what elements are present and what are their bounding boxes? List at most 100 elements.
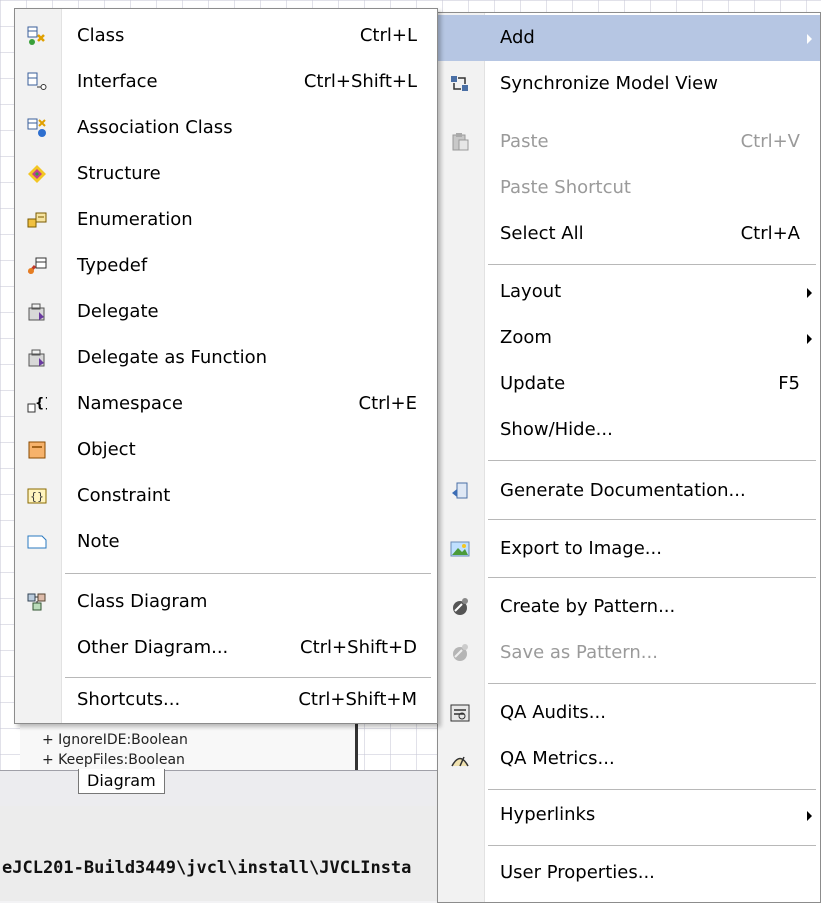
menu-item-shortcut: Ctrl+Shift+M — [298, 689, 417, 710]
menu-item-label: Structure — [77, 163, 161, 184]
menu-item-label: Delegate as Function — [77, 347, 268, 368]
typedef-icon — [27, 256, 47, 276]
menu-item-paste-shortcut[interactable]: Paste Shortcut — [438, 165, 820, 211]
submenu-item-structure[interactable]: Structure — [15, 151, 437, 197]
pattern-icon — [450, 597, 470, 617]
menu-item-export-to-image[interactable]: Export to Image... — [438, 526, 820, 572]
menu-item-label: Interface — [77, 71, 158, 92]
menu-separator — [488, 845, 816, 846]
qa-audits-icon — [450, 703, 470, 723]
submenu-item-namespace[interactable]: {} Namespace Ctrl+E — [15, 381, 437, 427]
submenu-item-constraint[interactable]: {} Constraint — [15, 473, 437, 519]
menu-item-label: Show/Hide... — [500, 419, 613, 440]
menu-item-label: Layout — [500, 281, 562, 302]
uml-attribute: + KeepFiles:Boolean — [42, 752, 185, 768]
menu-item-label: Create by Pattern... — [500, 596, 676, 617]
menu-item-label: Enumeration — [77, 209, 193, 230]
submenu-item-other-diagram[interactable]: Other Diagram... Ctrl+Shift+D — [15, 625, 437, 671]
menu-item-select-all[interactable]: Select All Ctrl+A — [438, 211, 820, 257]
menu-item-shortcut: Ctrl+Shift+D — [300, 637, 417, 658]
menu-item-label: Synchronize Model View — [500, 73, 718, 94]
delegate-icon — [27, 302, 47, 322]
menu-item-hyperlinks[interactable]: Hyperlinks — [438, 792, 820, 838]
menu-item-shortcut: Ctrl+Shift+L — [303, 71, 417, 92]
svg-text:{}: {} — [35, 396, 47, 411]
menu-item-label: QA Audits... — [500, 702, 606, 723]
menu-item-label: QA Metrics... — [500, 748, 615, 769]
menu-item-label: Shortcuts... — [77, 689, 181, 710]
menu-item-label: Namespace — [77, 393, 183, 414]
submenu-item-interface[interactable]: Interface Ctrl+Shift+L — [15, 59, 437, 105]
delegate-function-icon — [27, 348, 47, 368]
menu-item-label: Add — [500, 27, 535, 48]
menu-item-paste[interactable]: Paste Ctrl+V — [438, 119, 820, 165]
menu-item-label: Other Diagram... — [77, 637, 229, 658]
submenu-item-class[interactable]: Class Ctrl+L — [15, 13, 437, 59]
image-icon — [450, 539, 470, 559]
menu-item-create-by-pattern[interactable]: Create by Pattern... — [438, 584, 820, 630]
menu-separator — [65, 573, 431, 574]
diagram-tabstrip: Diagram — [0, 769, 440, 807]
submenu-item-object[interactable]: Object — [15, 427, 437, 473]
menu-item-layout[interactable]: Layout — [438, 269, 820, 315]
tab-diagram[interactable]: Diagram — [78, 769, 165, 794]
svg-text:{}: {} — [30, 490, 44, 503]
submenu-item-shortcuts[interactable]: Shortcuts... Ctrl+Shift+M — [15, 677, 437, 723]
menu-item-label: Hyperlinks — [500, 804, 596, 825]
menu-item-label: Class Diagram — [77, 591, 208, 612]
submenu-item-note[interactable]: Note — [15, 519, 437, 565]
menu-item-shortcut: F5 — [778, 373, 800, 394]
menu-item-label: Generate Documentation... — [500, 480, 746, 501]
menu-item-label: Select All — [500, 223, 584, 244]
menu-item-label: Typedef — [77, 255, 148, 276]
submenu-arrow-icon — [807, 334, 812, 344]
uml-attribute: + IgnoreIDE:Boolean — [42, 732, 188, 748]
menu-item-qa-metrics[interactable]: QA Metrics... — [438, 736, 820, 782]
menu-separator — [488, 683, 816, 684]
object-icon — [27, 440, 47, 460]
menu-item-label: Paste Shortcut — [500, 177, 631, 198]
menu-item-add[interactable]: Add — [438, 15, 820, 61]
submenu-item-delegate[interactable]: Delegate — [15, 289, 437, 335]
menu-item-shortcut: Ctrl+E — [358, 393, 417, 414]
menu-item-generate-documentation[interactable]: Generate Documentation... — [438, 468, 820, 514]
status-area — [0, 806, 440, 901]
menu-item-show-hide[interactable]: Show/Hide... — [438, 407, 820, 453]
submenu-arrow-icon — [807, 34, 812, 44]
menu-item-label: User Properties... — [500, 862, 655, 883]
menu-item-label: Object — [77, 439, 136, 460]
namespace-icon: {} — [27, 394, 54, 414]
menu-item-label: Class — [77, 25, 125, 46]
submenu-item-class-diagram[interactable]: Class Diagram — [15, 579, 437, 625]
qa-metrics-icon — [450, 749, 470, 769]
submenu-arrow-icon — [807, 811, 812, 821]
menu-item-zoom[interactable]: Zoom — [438, 315, 820, 361]
association-class-icon — [27, 118, 47, 138]
menu-item-label: Save as Pattern... — [500, 642, 658, 663]
menu-item-label: Paste — [500, 131, 549, 152]
submenu-item-delegate-as-function[interactable]: Delegate as Function — [15, 335, 437, 381]
menu-item-qa-audits[interactable]: QA Audits... — [438, 690, 820, 736]
menu-item-update[interactable]: Update F5 — [438, 361, 820, 407]
structure-icon — [27, 164, 47, 184]
sync-icon — [450, 74, 470, 94]
menu-item-save-as-pattern[interactable]: Save as Pattern... — [438, 630, 820, 676]
constraint-icon: {} — [27, 486, 47, 506]
submenu-item-enumeration[interactable]: Enumeration — [15, 197, 437, 243]
submenu-item-typedef[interactable]: Typedef — [15, 243, 437, 289]
menu-item-user-properties[interactable]: User Properties... — [438, 850, 820, 896]
menu-item-label: Note — [77, 531, 120, 552]
class-diagram-icon — [27, 592, 47, 612]
menu-separator — [488, 264, 816, 265]
class-icon — [27, 26, 47, 46]
menu-separator — [488, 460, 816, 461]
menu-separator — [488, 519, 816, 520]
save-pattern-icon — [450, 643, 470, 663]
menu-item-label: Delegate — [77, 301, 159, 322]
menu-item-label: Constraint — [77, 485, 171, 506]
menu-separator — [488, 789, 816, 790]
submenu-item-association-class[interactable]: Association Class — [15, 105, 437, 151]
menu-item-synchronize-model-view[interactable]: Synchronize Model View — [438, 61, 820, 107]
add-submenu: Class Ctrl+L Interface Ctrl+Shift+L Asso… — [14, 8, 438, 724]
paste-icon — [450, 132, 470, 152]
